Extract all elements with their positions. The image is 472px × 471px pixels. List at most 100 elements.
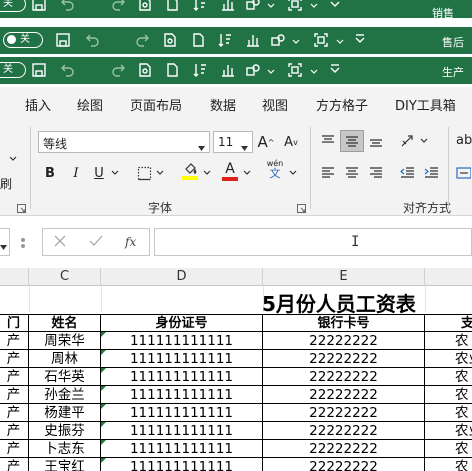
cell-dept[interactable]: 产 — [0, 458, 29, 471]
cell-name[interactable]: 王宝红 — [29, 458, 101, 471]
fill-color-button[interactable] — [180, 161, 200, 181]
splitter-dot-icon[interactable] — [21, 244, 25, 248]
grow-font-button[interactable]: A ^ — [257, 132, 275, 152]
cell-dept[interactable]: 产 — [0, 332, 29, 350]
cell-id-number[interactable]: 111111111111 — [101, 422, 263, 440]
bold-button[interactable]: B — [42, 163, 58, 183]
column-header-e[interactable]: E — [263, 268, 425, 286]
header-id-number[interactable]: 身份证号 — [101, 314, 263, 332]
undo-icon[interactable] — [82, 30, 102, 50]
error-indicator-icon[interactable] — [101, 458, 106, 463]
chevron-down-icon[interactable] — [267, 0, 275, 8]
cell-name[interactable]: 周荣华 — [29, 332, 101, 350]
cell-bank-card[interactable]: 22222222 — [263, 386, 425, 404]
autosave-toggle[interactable]: 关 — [0, 0, 26, 12]
error-indicator-icon[interactable] — [101, 440, 106, 445]
print-preview-icon[interactable] — [135, 60, 155, 80]
redo-icon[interactable] — [133, 30, 153, 50]
new-document-icon[interactable] — [162, 0, 182, 14]
cell-bank-card[interactable]: 22222222 — [263, 404, 425, 422]
cell-dept[interactable]: 产 — [0, 404, 29, 422]
chevron-down-icon[interactable] — [110, 163, 120, 183]
cell-name[interactable]: 石华英 — [29, 368, 101, 386]
cell-bank[interactable]: 农 — [425, 386, 472, 404]
align-middle-button[interactable] — [340, 130, 364, 152]
cell-id-number[interactable]: 111111111111 — [101, 404, 263, 422]
cell-bank[interactable]: 农业 — [425, 350, 472, 368]
header-name[interactable]: 姓名 — [29, 314, 101, 332]
align-right-button[interactable] — [366, 163, 386, 183]
cell-dept[interactable]: 产 — [0, 440, 29, 458]
screenshot-icon[interactable] — [285, 0, 305, 14]
tab-diy-toolbox[interactable]: DIY工具箱 — [395, 95, 456, 114]
shrink-font-button[interactable]: Av — [282, 132, 300, 152]
undo-icon[interactable] — [57, 60, 77, 80]
align-center-button[interactable] — [342, 163, 362, 183]
cell-bank[interactable]: 农 — [425, 440, 472, 458]
cell-dept[interactable]: 产 — [0, 422, 29, 440]
font-launcher-icon[interactable] — [297, 202, 306, 213]
tab-view[interactable]: 视图 — [262, 95, 288, 114]
tab-page-layout[interactable]: 页面布局 — [130, 95, 182, 114]
print-preview-icon[interactable] — [135, 0, 155, 14]
name-box[interactable] — [0, 228, 10, 256]
sort-icon[interactable] — [215, 30, 235, 50]
chevron-down-icon[interactable] — [6, 149, 20, 169]
borders-icon[interactable] — [135, 163, 153, 183]
italic-button[interactable]: I — [68, 163, 84, 183]
column-header-c[interactable]: C — [29, 268, 101, 286]
worksheet-grid[interactable]: 5月份人员工资表 门 姓名 身份证号 银行卡号 支 产周荣华1111111111… — [0, 286, 472, 471]
formula-input[interactable]: I — [154, 228, 472, 256]
error-indicator-icon[interactable] — [101, 422, 106, 427]
increase-indent-button[interactable] — [421, 163, 441, 183]
chart-icon[interactable] — [243, 30, 263, 50]
sort-icon[interactable] — [190, 60, 210, 80]
decrease-indent-button[interactable] — [397, 163, 417, 183]
chevron-down-icon[interactable] — [310, 0, 318, 8]
save-icon[interactable] — [53, 30, 73, 50]
cancel-icon[interactable] — [53, 234, 67, 251]
align-top-button[interactable] — [318, 131, 338, 151]
chevron-down-icon[interactable] — [267, 65, 275, 74]
error-indicator-icon[interactable] — [101, 368, 106, 373]
sort-icon[interactable] — [190, 0, 210, 14]
header-dept[interactable]: 门 — [0, 314, 29, 332]
chevron-down-icon[interactable] — [288, 163, 298, 183]
tab-insert[interactable]: 插入 — [25, 95, 51, 114]
cell-bank-card[interactable]: 22222222 — [263, 332, 425, 350]
cell-bank[interactable]: 农业 — [425, 422, 472, 440]
wrap-text-label[interactable]: ab — [456, 133, 472, 148]
cell-id-number[interactable]: 111111111111 — [101, 332, 263, 350]
new-document-icon[interactable] — [162, 60, 182, 80]
enter-check-icon[interactable] — [89, 234, 103, 251]
shapes-icon[interactable] — [243, 60, 263, 80]
cell-id-number[interactable]: 111111111111 — [101, 368, 263, 386]
phonetic-guide-button[interactable]: wén 文 — [263, 159, 287, 179]
cell-bank-card[interactable]: 22222222 — [263, 368, 425, 386]
chevron-down-icon[interactable] — [292, 35, 300, 44]
tab-data[interactable]: 数据 — [210, 95, 236, 114]
cell-bank[interactable]: 农 — [425, 458, 472, 471]
column-header-d[interactable]: D — [101, 268, 263, 286]
cell-dept[interactable]: 产 — [0, 350, 29, 368]
print-preview-icon[interactable] — [160, 30, 180, 50]
chart-icon[interactable] — [218, 60, 238, 80]
header-bank-card[interactable]: 银行卡号 — [263, 314, 425, 332]
cell-name[interactable]: 杨建平 — [29, 404, 101, 422]
column-header-f[interactable] — [425, 268, 472, 286]
font-size-select[interactable]: 11 — [213, 131, 253, 153]
cell-bank-card[interactable]: 22222222 — [263, 350, 425, 368]
new-document-icon[interactable] — [188, 30, 208, 50]
chevron-down-icon[interactable] — [202, 163, 212, 183]
cell-bank[interactable]: 农 — [425, 332, 472, 350]
shapes-icon[interactable] — [268, 30, 288, 50]
tab-fangfang-grid[interactable]: 方方格子 — [316, 95, 368, 114]
font-color-button[interactable]: A — [220, 161, 240, 181]
error-indicator-icon[interactable] — [101, 350, 106, 355]
chevron-down-icon[interactable] — [242, 163, 252, 183]
undo-icon[interactable] — [57, 0, 77, 14]
screenshot-icon[interactable] — [311, 30, 331, 50]
cell-id-number[interactable]: 111111111111 — [101, 458, 263, 471]
insert-function-icon[interactable]: fx — [125, 235, 136, 249]
align-left-button[interactable] — [318, 163, 338, 183]
